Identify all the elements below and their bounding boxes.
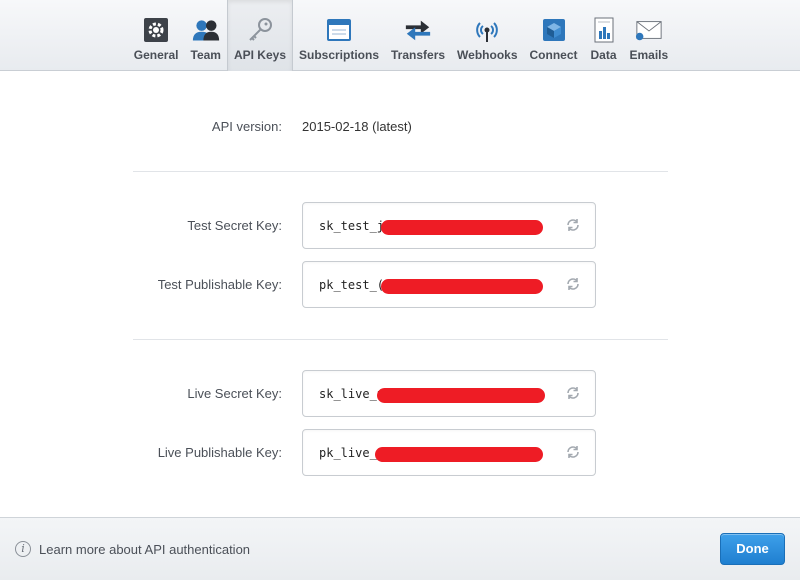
team-icon — [192, 16, 220, 44]
envelope-icon — [635, 16, 663, 44]
done-button[interactable]: Done — [720, 533, 785, 565]
arrows-icon — [404, 16, 432, 44]
tab-transfers[interactable]: Transfers — [385, 0, 451, 71]
test-publishable-key-field[interactable]: pk_test_( — [302, 261, 596, 308]
tab-data[interactable]: Data — [584, 0, 624, 71]
tab-subscriptions[interactable]: Subscriptions — [293, 0, 385, 71]
gear-icon — [142, 16, 170, 44]
tab-label: API Keys — [233, 48, 286, 62]
dialog-footer: i Learn more about API authentication Do… — [0, 517, 800, 580]
live-secret-key-field[interactable]: sk_live_u — [302, 370, 596, 417]
key-value: pk_test_( — [319, 278, 385, 292]
tab-webhooks[interactable]: Webhooks — [451, 0, 523, 71]
settings-tabs: General Team API Keys Subscriptions Tran… — [128, 0, 674, 71]
refresh-icon[interactable] — [565, 385, 581, 401]
cube-icon — [540, 16, 568, 44]
tab-label: Data — [590, 48, 617, 62]
settings-toolbar: General Team API Keys Subscriptions Tran… — [0, 0, 800, 71]
test-secret-key-label: Test Secret Key: — [187, 218, 282, 233]
divider — [133, 171, 668, 172]
tab-general[interactable]: General — [128, 0, 185, 71]
info-icon: i — [15, 541, 31, 557]
tab-label: Transfers — [391, 48, 446, 62]
live-secret-key-label: Live Secret Key: — [187, 386, 282, 401]
redaction-mark — [381, 220, 543, 235]
tab-connect[interactable]: Connect — [524, 0, 584, 71]
api-version-value: 2015-02-18 (latest) — [302, 119, 412, 134]
live-publishable-key-field[interactable]: pk_live_ — [302, 429, 596, 476]
key-icon — [246, 16, 274, 44]
refresh-icon[interactable] — [565, 276, 581, 292]
key-value: sk_live_u — [319, 387, 385, 401]
refresh-icon[interactable] — [565, 217, 581, 233]
redaction-mark — [381, 279, 543, 294]
window-icon — [325, 16, 353, 44]
tab-label: Connect — [529, 48, 578, 62]
tab-label: Subscriptions — [299, 48, 380, 62]
redaction-mark — [375, 447, 543, 462]
api-version-label: API version: — [211, 119, 282, 134]
key-value: pk_live_ — [319, 446, 377, 460]
refresh-icon[interactable] — [565, 444, 581, 460]
document-chart-icon — [590, 16, 618, 44]
learn-more-link[interactable]: Learn more about API authentication — [39, 542, 250, 557]
redaction-mark — [377, 388, 545, 403]
tab-label: General — [133, 48, 179, 62]
tab-team[interactable]: Team — [185, 0, 227, 71]
live-publishable-key-label: Live Publishable Key: — [157, 445, 282, 460]
tab-label: Emails — [629, 48, 669, 62]
tab-label: Webhooks — [457, 48, 518, 62]
tab-emails[interactable]: Emails — [624, 0, 675, 71]
test-secret-key-field[interactable]: sk_test_j — [302, 202, 596, 249]
tab-label: Team — [190, 48, 221, 62]
tab-api-keys[interactable]: API Keys — [226, 0, 293, 71]
divider — [133, 339, 668, 340]
broadcast-icon — [473, 16, 501, 44]
test-publishable-key-label: Test Publishable Key: — [157, 277, 282, 292]
key-value: sk_test_j — [319, 219, 385, 233]
